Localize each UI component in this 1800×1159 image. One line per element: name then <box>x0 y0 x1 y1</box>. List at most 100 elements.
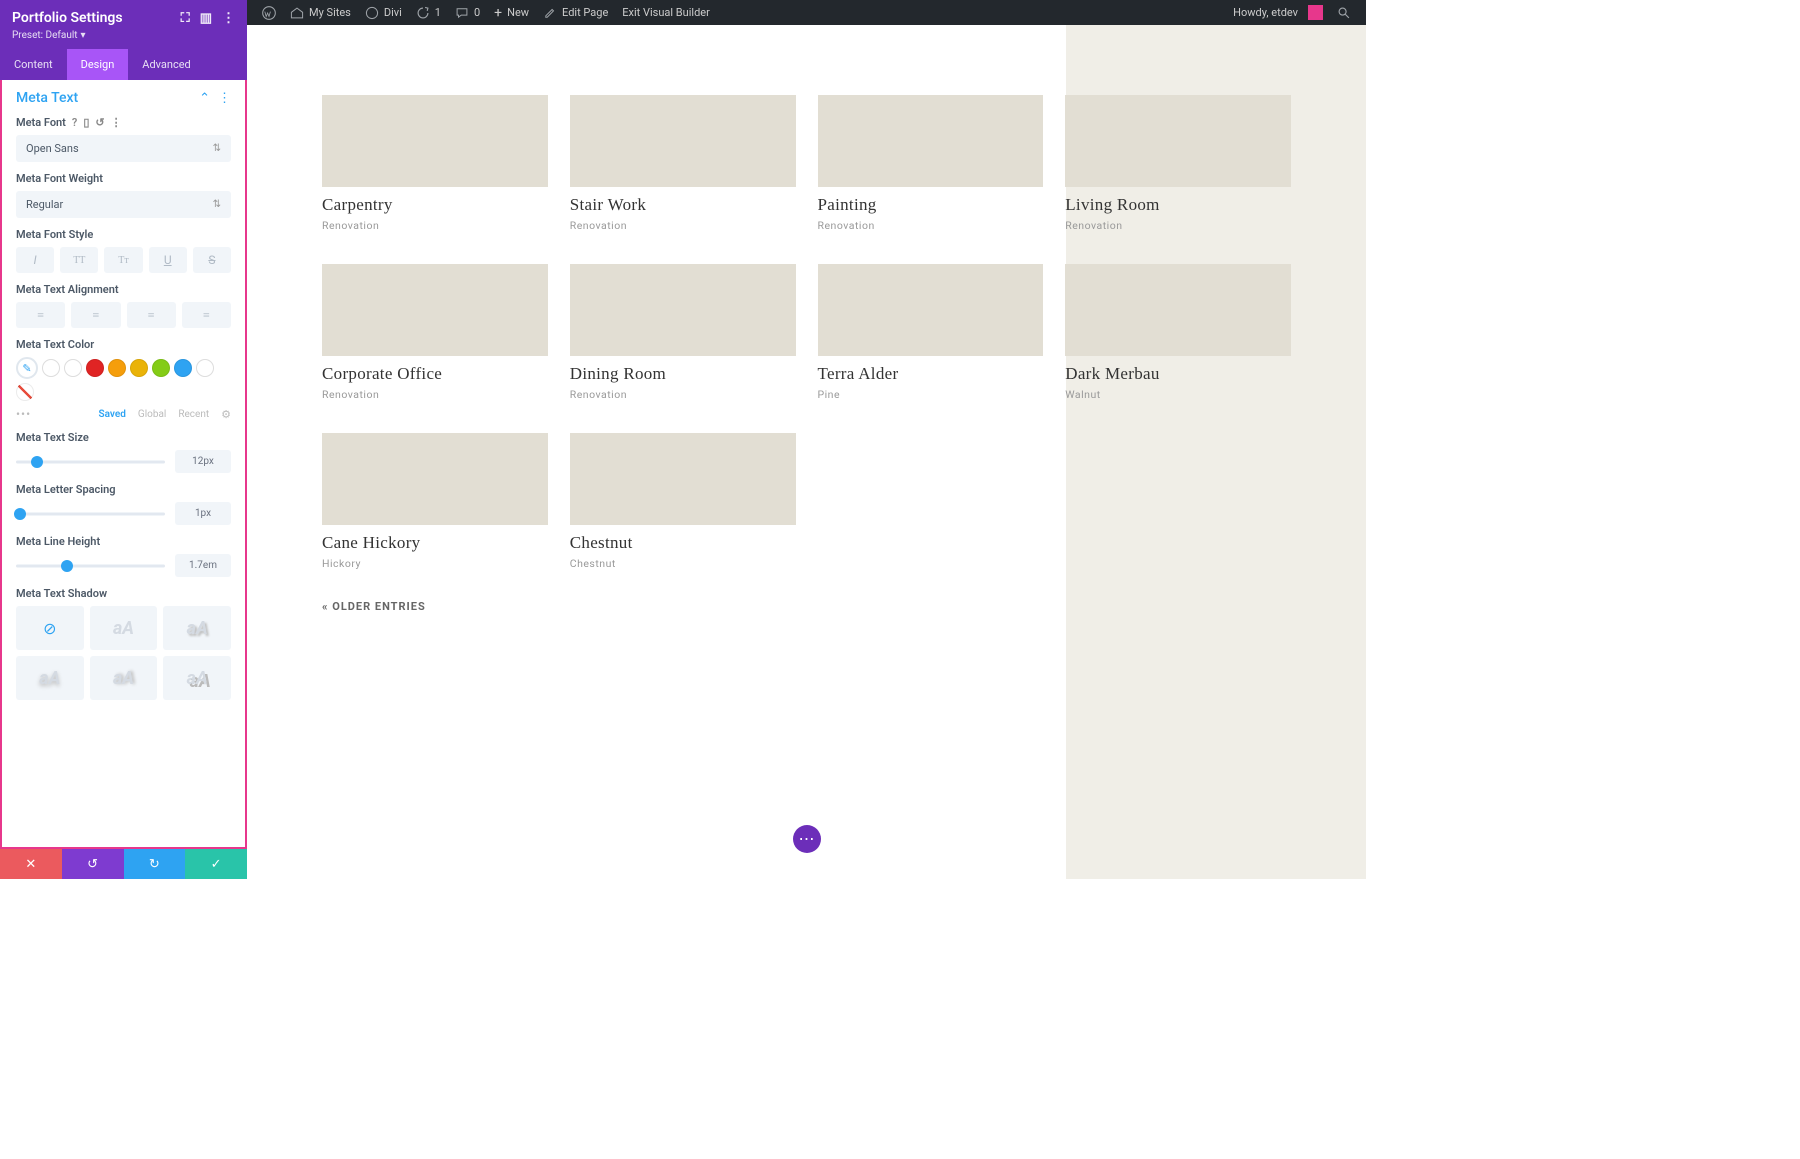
scan-icon[interactable]: ⛶ <box>181 11 190 26</box>
portfolio-title: Carpentry <box>322 195 548 215</box>
style-strike[interactable]: S <box>193 247 231 273</box>
portfolio-title: Chestnut <box>570 533 796 553</box>
gear-icon[interactable]: ⚙ <box>221 408 231 421</box>
ab-divi[interactable]: Divi <box>358 0 409 25</box>
select-meta-font[interactable]: Open Sans⇅ <box>16 135 231 162</box>
palette-tab-recent[interactable]: Recent <box>178 409 209 420</box>
portfolio-thumb <box>322 264 548 356</box>
chevron-updown-icon: ⇅ <box>213 199 221 210</box>
align-justify[interactable]: ≡ <box>182 302 231 328</box>
settings-panel: Portfolio Settings ⛶ ▥ ⋮ Preset: Default… <box>0 0 247 879</box>
style-uppercase[interactable]: TT <box>60 247 98 273</box>
ab-my-sites[interactable]: My Sites <box>283 0 358 25</box>
shadow-preset[interactable]: aA <box>163 606 231 650</box>
shadow-preset[interactable]: aA <box>16 656 84 700</box>
label-meta-spacing: Meta Letter Spacing <box>16 483 231 496</box>
redo-button[interactable]: ↻ <box>124 849 186 879</box>
slider-lineheight[interactable] <box>16 557 165 575</box>
layout-icon[interactable]: ▥ <box>200 11 212 26</box>
swatch[interactable] <box>108 359 126 377</box>
swatch[interactable] <box>42 359 60 377</box>
style-smallcaps[interactable]: Tᴛ <box>104 247 142 273</box>
section-title[interactable]: Meta Text ⌃ ⋮ <box>16 90 231 106</box>
ab-howdy[interactable]: Howdy, etdev <box>1226 0 1330 25</box>
panel-body[interactable]: Meta Text ⌃ ⋮ Meta Font ? ▯ ↺ ⋮ Open San… <box>0 80 247 849</box>
portfolio-item[interactable]: Dining RoomRenovation <box>570 264 796 401</box>
swatch[interactable] <box>130 359 148 377</box>
reset-icon[interactable]: ↺ <box>95 116 104 129</box>
slider-size[interactable] <box>16 453 165 471</box>
shadow-preset[interactable]: aA <box>163 656 231 700</box>
palette-tab-global[interactable]: Global <box>138 409 166 420</box>
tab-content[interactable]: Content <box>0 49 67 80</box>
swatch[interactable] <box>86 359 104 377</box>
align-right[interactable]: ≡ <box>127 302 176 328</box>
chevron-down-icon: ▾ <box>81 30 86 41</box>
portfolio-item[interactable]: Dark MerbauWalnut <box>1065 264 1291 401</box>
portfolio-thumb <box>1065 264 1291 356</box>
shadow-preset[interactable]: aA <box>90 606 158 650</box>
portfolio-item[interactable]: Cane HickoryHickory <box>322 433 548 570</box>
portfolio-thumb <box>818 264 1044 356</box>
portfolio-item[interactable]: Corporate Office Renovation <box>322 264 548 401</box>
ab-comments[interactable]: 0 <box>448 0 487 25</box>
shadow-none[interactable]: ⊘ <box>16 606 84 650</box>
swatch[interactable] <box>174 359 192 377</box>
field-more-icon[interactable]: ⋮ <box>111 116 122 129</box>
undo-button[interactable]: ↺ <box>62 849 124 879</box>
page-canvas: CarpentryRenovation Stair WorkRenovation… <box>247 25 1366 879</box>
value-spacing[interactable]: 1px <box>175 502 231 525</box>
slider-spacing[interactable] <box>16 505 165 523</box>
portfolio-meta: Renovation <box>322 388 548 401</box>
section-more-icon[interactable]: ⋮ <box>218 91 231 106</box>
style-underline[interactable]: U <box>149 247 187 273</box>
ab-edit-page[interactable]: Edit Page <box>536 0 615 25</box>
collapse-icon[interactable]: ⌃ <box>199 91 210 106</box>
tab-design[interactable]: Design <box>67 49 129 80</box>
portfolio-item[interactable]: Living RoomRenovation <box>1065 95 1291 232</box>
value-size[interactable]: 12px <box>175 450 231 473</box>
ab-updates[interactable]: 1 <box>409 0 448 25</box>
portfolio-title: Painting <box>818 195 1044 215</box>
chevron-updown-icon: ⇅ <box>213 143 221 154</box>
swatch[interactable] <box>64 359 82 377</box>
portfolio-item[interactable]: Stair WorkRenovation <box>570 95 796 232</box>
tab-advanced[interactable]: Advanced <box>128 49 204 80</box>
older-entries-link[interactable]: « OLDER ENTRIES <box>322 600 426 613</box>
label-meta-align: Meta Text Alignment <box>16 283 231 296</box>
value-lineheight[interactable]: 1.7em <box>175 554 231 577</box>
avatar <box>1308 5 1323 20</box>
more-v-icon[interactable]: ⋮ <box>222 11 235 26</box>
portfolio-item[interactable]: ChestnutChestnut <box>570 433 796 570</box>
ab-exit-vb[interactable]: Exit Visual Builder <box>615 0 717 25</box>
preset-select[interactable]: Preset: Default▾ <box>12 30 235 41</box>
save-button[interactable]: ✓ <box>185 849 247 879</box>
align-left[interactable]: ≡ <box>16 302 65 328</box>
align-center[interactable]: ≡ <box>71 302 120 328</box>
swatch-none[interactable] <box>16 383 34 401</box>
portfolio-title: Corporate Office <box>322 364 548 384</box>
swatch[interactable] <box>196 359 214 377</box>
select-meta-weight[interactable]: Regular⇅ <box>16 191 231 218</box>
portfolio-meta: Renovation <box>1065 219 1291 232</box>
palette-more[interactable]: ••• <box>16 407 31 421</box>
help-icon[interactable]: ? <box>72 116 77 129</box>
color-picker[interactable]: ✎ <box>16 357 38 379</box>
portfolio-item[interactable]: PaintingRenovation <box>818 95 1044 232</box>
ab-search[interactable] <box>1330 0 1358 25</box>
responsive-icon[interactable]: ▯ <box>83 116 89 129</box>
ab-new[interactable]: +New <box>487 0 536 25</box>
palette-tab-saved[interactable]: Saved <box>99 409 126 420</box>
divi-fab[interactable]: ⋯ <box>793 825 821 853</box>
shadow-preset[interactable]: aA <box>90 656 158 700</box>
swatch[interactable] <box>152 359 170 377</box>
portfolio-title: Stair Work <box>570 195 796 215</box>
portfolio-thumb <box>322 95 548 187</box>
portfolio-item[interactable]: Terra AlderPine <box>818 264 1044 401</box>
portfolio-grid: CarpentryRenovation Stair WorkRenovation… <box>322 95 1291 570</box>
style-italic[interactable]: I <box>16 247 54 273</box>
ab-wp-logo[interactable] <box>255 0 283 25</box>
portfolio-item[interactable]: CarpentryRenovation <box>322 95 548 232</box>
cancel-button[interactable]: ✕ <box>0 849 62 879</box>
portfolio-title: Terra Alder <box>818 364 1044 384</box>
